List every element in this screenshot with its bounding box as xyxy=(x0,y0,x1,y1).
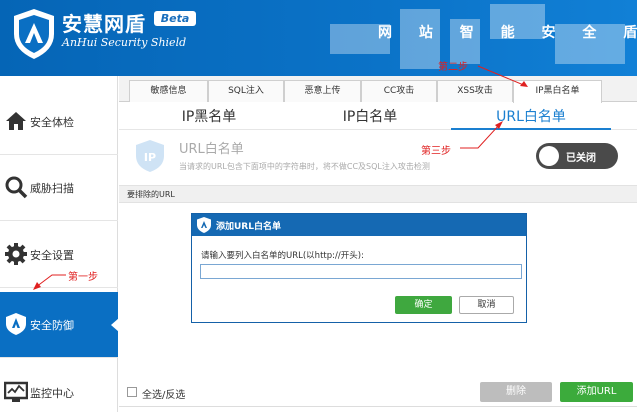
sidebar-item-label: 监控中心 xyxy=(30,387,74,400)
app-header: 安慧网盾 Beta AnHui Security Shield 网 站 智 能 … xyxy=(0,0,637,76)
sidebar-item-label: 威胁扫描 xyxy=(30,182,74,195)
ip-shield-icon: IP xyxy=(136,140,164,172)
sidebar-item-label: 安全体检 xyxy=(30,116,74,129)
brand-name: 安慧网盾 xyxy=(62,12,146,36)
header-slogan: 网 站 智 能 安 全 盾 ! xyxy=(378,25,637,41)
url-list-header: 要排除的URL xyxy=(119,185,637,203)
url-input[interactable] xyxy=(200,264,522,279)
delete-button[interactable]: 删除 xyxy=(480,382,552,402)
annotation-step3: 第三步 xyxy=(421,146,451,157)
home-icon xyxy=(6,112,26,130)
whitelist-title: URL白名单 xyxy=(179,142,244,157)
toggle-knob xyxy=(539,146,559,166)
sidebar-item-label: 安全设置 xyxy=(30,249,74,262)
tab-malicious-upload[interactable]: 恶意上传 xyxy=(284,80,361,102)
toggle-label: 已关闭 xyxy=(566,153,596,164)
confirm-button[interactable]: 确定 xyxy=(395,296,452,314)
subtab-url-whitelist[interactable]: URL白名单 xyxy=(451,106,611,130)
subtab-bar: IP黑名单 IP白名单 URL白名单 xyxy=(119,103,637,130)
dialog-prompt: 请输入要列入白名单的URL(以http://开头): xyxy=(201,251,364,261)
add-url-dialog: 添加URL白名单 请输入要列入白名单的URL(以http://开头): 确定 取… xyxy=(191,213,527,323)
tab-cc-attack[interactable]: CC攻击 xyxy=(361,80,437,102)
select-all-checkbox[interactable] xyxy=(127,387,137,397)
add-url-button[interactable]: 添加URL xyxy=(560,382,633,402)
beta-badge: Beta xyxy=(154,11,196,26)
tab-sensitive-info[interactable]: 敏感信息 xyxy=(129,80,208,102)
gear-icon xyxy=(5,243,27,265)
select-all-label: 全选/反选 xyxy=(142,390,186,401)
magnifier-icon xyxy=(5,176,28,199)
active-indicator-arrow xyxy=(111,318,119,332)
subtab-ip-blacklist[interactable]: IP黑名单 xyxy=(149,106,269,130)
svg-text:IP: IP xyxy=(144,151,156,164)
monitor-icon xyxy=(4,381,28,402)
tab-sql-injection[interactable]: SQL注入 xyxy=(208,80,284,102)
whitelist-toggle[interactable]: 已关闭 xyxy=(536,143,618,169)
sidebar-item-security-settings[interactable]: 安全设置 xyxy=(0,222,118,288)
dialog-title: 添加URL白名单 xyxy=(216,222,281,232)
sidebar-item-security-defense[interactable]: 安全防御 xyxy=(0,292,119,358)
sidebar: 安全体检 威胁扫描 安全设置 安全防御 监控中心 xyxy=(0,76,119,412)
list-footer xyxy=(119,406,637,412)
sidebar-item-monitor-center[interactable]: 监控中心 xyxy=(0,360,118,412)
sidebar-item-threat-scan[interactable]: 威胁扫描 xyxy=(0,155,118,221)
logo-shield-icon xyxy=(14,9,54,59)
whitelist-description: 当请求的URL包含下面项中的字符串时，将不做CC及SQL注入攻击检测 xyxy=(179,162,430,171)
tab-bar: 敏感信息 SQL注入 恶意上传 CC攻击 XSS攻击 IP黑白名单 xyxy=(119,76,637,103)
shield-icon xyxy=(6,313,26,335)
sidebar-item-health-check[interactable]: 安全体检 xyxy=(0,89,118,155)
brand-subtitle: AnHui Security Shield xyxy=(62,36,187,49)
dialog-shield-icon xyxy=(197,217,211,233)
subtab-ip-whitelist[interactable]: IP白名单 xyxy=(310,106,430,130)
url-list-label: 要排除的URL xyxy=(127,190,175,199)
tab-ip-black-white-list[interactable]: IP黑白名单 xyxy=(513,80,602,103)
dialog-header: 添加URL白名单 xyxy=(192,214,526,236)
annotation-step2: 第二步 xyxy=(438,62,468,73)
annotation-step1: 第一步 xyxy=(68,272,98,283)
sidebar-item-label: 安全防御 xyxy=(30,319,74,332)
cancel-button[interactable]: 取消 xyxy=(459,296,514,314)
tab-xss-attack[interactable]: XSS攻击 xyxy=(437,80,513,102)
